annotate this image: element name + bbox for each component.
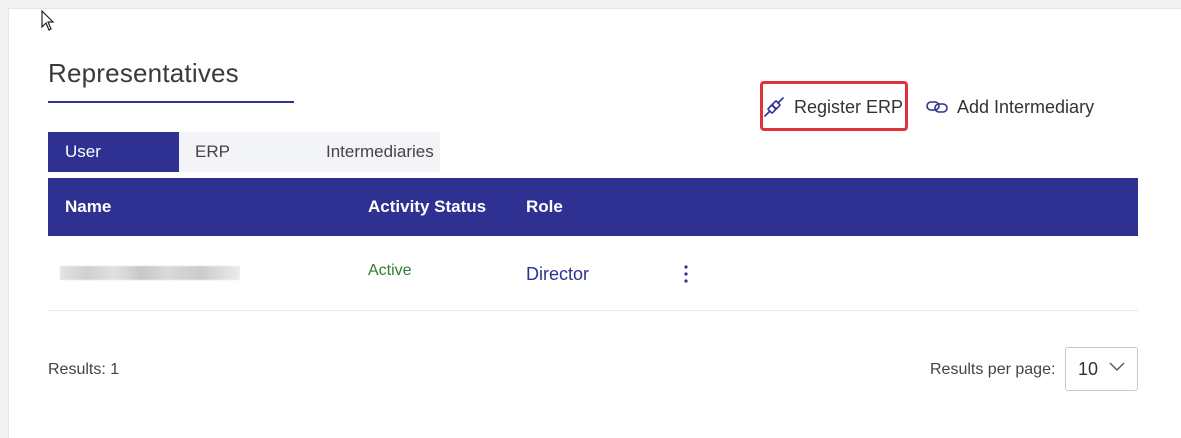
role-cell: Director xyxy=(526,264,590,284)
table-header: Name Activity Status Role xyxy=(48,178,1138,236)
column-header-role[interactable]: Role xyxy=(526,178,563,236)
add-intermediary-button[interactable]: Add Intermediary xyxy=(925,90,1094,124)
tab-intermediaries[interactable]: Intermediaries xyxy=(309,132,440,172)
mouse-pointer-icon xyxy=(41,10,55,31)
chain-link-icon xyxy=(925,95,949,119)
tab-erp-label: ERP xyxy=(195,142,230,161)
results-per-page-select[interactable]: 10 xyxy=(1065,347,1138,391)
chevron-down-icon xyxy=(1109,362,1125,371)
plug-link-icon xyxy=(762,95,786,119)
add-intermediary-label: Add Intermediary xyxy=(957,96,1095,117)
tab-user[interactable]: User xyxy=(48,132,179,172)
register-erp-button[interactable]: Register ERP xyxy=(762,90,903,124)
tab-user-label: User xyxy=(65,142,101,161)
results-count: Results: 1 xyxy=(48,361,120,378)
table-row: Active Director xyxy=(48,236,1138,311)
redacted-name xyxy=(60,266,240,280)
column-header-activity-status[interactable]: Activity Status xyxy=(368,178,486,236)
activity-status-cell: Active xyxy=(368,262,412,279)
page-title: Representatives xyxy=(48,58,239,88)
tab-intermediaries-label: Intermediaries xyxy=(326,142,434,161)
register-erp-label: Register ERP xyxy=(794,96,904,117)
column-header-name[interactable]: Name xyxy=(65,178,111,236)
tab-erp[interactable]: ERP xyxy=(179,132,309,172)
row-actions-button[interactable] xyxy=(678,262,694,286)
results-per-page-label: Results per page: xyxy=(930,361,1056,378)
title-underline xyxy=(48,101,294,103)
tab-bar: User ERP Intermediaries xyxy=(48,132,440,172)
results-per-page-value: 10 xyxy=(1078,358,1099,379)
kebab-menu-icon xyxy=(684,265,688,283)
